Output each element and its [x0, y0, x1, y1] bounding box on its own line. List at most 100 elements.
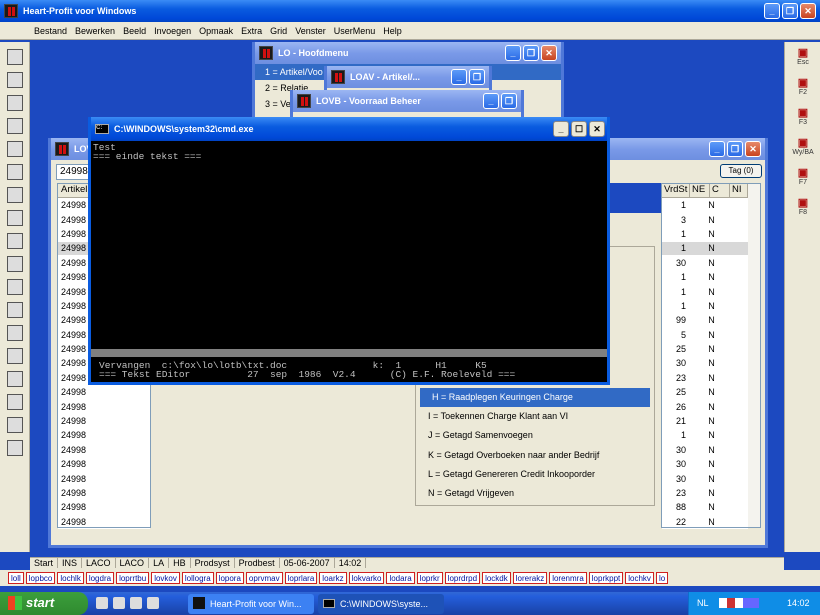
table-row[interactable]: 1N: [662, 269, 748, 285]
table-row[interactable]: 21 N: [662, 413, 748, 429]
menu-item-venster[interactable]: Venster: [295, 26, 326, 36]
lo-minimize-button[interactable]: _: [505, 45, 521, 61]
table-row[interactable]: 30 N: [662, 255, 748, 271]
f3-button[interactable]: ▣ F3: [788, 106, 818, 132]
maximize-button[interactable]: ❐: [782, 3, 798, 19]
lov-minimize-button[interactable]: _: [709, 141, 725, 157]
wyba-button[interactable]: ▣ Wy/BA: [788, 136, 818, 162]
table-row[interactable]: 88 N: [662, 500, 748, 516]
quick-task-button[interactable]: lockdk: [482, 572, 511, 584]
table-row[interactable]: 1N: [662, 198, 748, 213]
edit-icon[interactable]: [130, 597, 142, 609]
paste-icon[interactable]: [7, 371, 23, 387]
quick-task-button[interactable]: logdra: [85, 572, 115, 584]
table-row[interactable]: 5N: [662, 327, 748, 343]
table-row[interactable]: 24998: [58, 442, 150, 458]
save-icon[interactable]: [7, 417, 23, 433]
menu-item-opmaak[interactable]: Opmaak: [199, 26, 233, 36]
quick-task-button[interactable]: lokvarko: [348, 572, 385, 584]
table-row[interactable]: 3N: [662, 212, 748, 228]
quick-task-button[interactable]: loprkr: [416, 572, 443, 584]
table-row[interactable]: 23 N: [662, 485, 748, 501]
loav-maximize-button[interactable]: ❐: [469, 69, 485, 85]
cmd-minimize-button[interactable]: _: [553, 121, 569, 137]
table-row[interactable]: 24998: [58, 457, 150, 472]
vertical-scrollbar[interactable]: [748, 184, 760, 527]
table-row[interactable]: 22 N: [662, 514, 748, 530]
ie-icon[interactable]: [96, 597, 108, 609]
column-header[interactable]: VrdSt: [662, 184, 690, 197]
cmd-console[interactable]: Test === einde tekst === Vervangen c:\fo…: [91, 141, 607, 382]
quick-task-button[interactable]: loprkppt: [588, 572, 624, 584]
lov-maximize-button[interactable]: ❐: [727, 141, 743, 157]
table-row[interactable]: 24998: [58, 514, 150, 530]
table-row[interactable]: 1N: [662, 298, 748, 314]
table-row[interactable]: 24998: [58, 500, 150, 516]
language-indicator[interactable]: NL: [697, 598, 709, 608]
quick-task-button[interactable]: loll: [8, 572, 24, 584]
quick-task-button[interactable]: loprdrpd: [444, 572, 481, 584]
taskbar-app-button[interactable]: Heart-Profit voor Win...: [188, 594, 314, 614]
quick-task-button[interactable]: lo: [655, 572, 669, 584]
column-header[interactable]: NE: [690, 184, 710, 197]
form-icon[interactable]: [7, 187, 23, 203]
table-row[interactable]: 30 N: [662, 457, 748, 472]
table-row[interactable]: 99 N: [662, 313, 748, 329]
table-row[interactable]: 25 N: [662, 341, 748, 357]
print-icon[interactable]: [7, 164, 23, 180]
table-row[interactable]: 24998: [58, 385, 150, 400]
menu-item-bewerken[interactable]: Bewerken: [75, 26, 115, 36]
table-row[interactable]: 24998: [58, 471, 150, 487]
table-row[interactable]: 1N: [662, 226, 748, 242]
hint-icon[interactable]: [7, 72, 23, 88]
copy-icon[interactable]: [7, 233, 23, 249]
option-item[interactable]: N = Getagd Vrijgeven: [416, 484, 654, 503]
browser-icon[interactable]: [147, 597, 159, 609]
lov-close-button[interactable]: ✕: [745, 141, 761, 157]
tag-button[interactable]: Tag (0): [720, 164, 762, 178]
quick-task-button[interactable]: loprrtbu: [116, 572, 150, 584]
quick-task-button[interactable]: lovkov: [151, 572, 180, 584]
calc-icon[interactable]: [7, 210, 23, 226]
menu-item-extra[interactable]: Extra: [241, 26, 262, 36]
quick-task-button[interactable]: lopbco: [25, 572, 56, 584]
exit-button[interactable]: ▣ Esc: [788, 46, 818, 72]
table-row[interactable]: 30 N: [662, 356, 748, 372]
option-item[interactable]: J = Getagd Samenvoegen: [416, 426, 654, 445]
quick-task-button[interactable]: lorerakz: [512, 572, 548, 584]
print-preview-icon[interactable]: [7, 49, 23, 65]
table-row[interactable]: 23 N: [662, 370, 748, 386]
table-row[interactable]: 30 N: [662, 471, 748, 487]
menu-item-usermenu[interactable]: UserMenu: [334, 26, 376, 36]
table-row[interactable]: 24998: [58, 413, 150, 429]
quick-task-button[interactable]: lopora: [215, 572, 244, 584]
menu-item-help[interactable]: Help: [383, 26, 402, 36]
menu-item-invoegen[interactable]: Invoegen: [154, 26, 191, 36]
window-icon[interactable]: [7, 302, 23, 318]
table-row[interactable]: 25 N: [662, 385, 748, 400]
tray-icons[interactable]: [719, 598, 759, 608]
menu-item-beeld[interactable]: Beeld: [123, 26, 146, 36]
close-button[interactable]: ✕: [800, 3, 816, 19]
table-row[interactable]: 1N: [662, 428, 748, 444]
cut-icon[interactable]: [7, 325, 23, 341]
table-row[interactable]: 24998: [58, 485, 150, 501]
table-row[interactable]: 30 N: [662, 442, 748, 458]
option-item[interactable]: I = Toekennen Charge Klant aan VI: [416, 407, 654, 426]
loav-minimize-button[interactable]: _: [451, 69, 467, 85]
column-header[interactable]: C: [710, 184, 730, 197]
column-header[interactable]: NI: [730, 184, 748, 197]
cmd-maximize-button[interactable]: ☐: [571, 121, 587, 137]
exit2-icon[interactable]: [7, 440, 23, 456]
report-icon[interactable]: [7, 279, 23, 295]
edit-icon[interactable]: [7, 256, 23, 272]
start-button[interactable]: start: [0, 592, 88, 615]
table-row[interactable]: 26 N: [662, 399, 748, 415]
quick-task-button[interactable]: lochkv: [625, 572, 654, 584]
menu-item-bestand[interactable]: Bestand: [34, 26, 67, 36]
lovb-minimize-button[interactable]: _: [483, 93, 499, 109]
quick-task-button[interactable]: lochlk: [57, 572, 84, 584]
lovb-maximize-button[interactable]: ❐: [501, 93, 517, 109]
minimize-button[interactable]: _: [764, 3, 780, 19]
quick-task-button[interactable]: lorenmra: [549, 572, 587, 584]
